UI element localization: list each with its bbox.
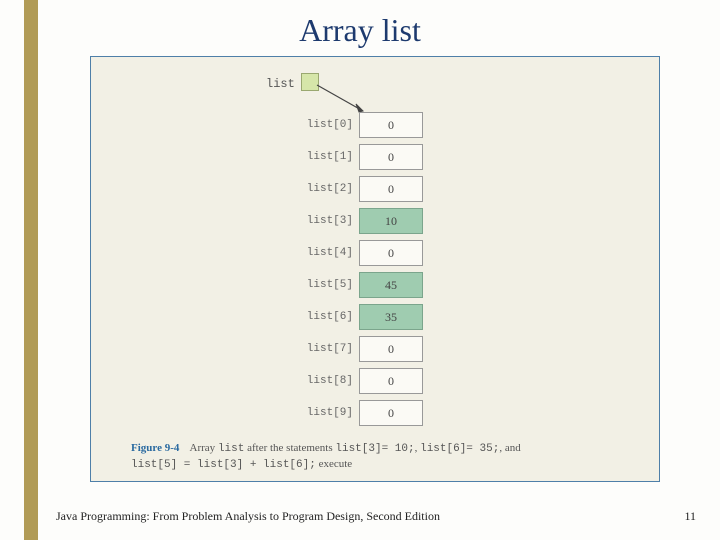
array-index-label: list[5]: [301, 279, 359, 291]
decorative-left-rail: [24, 0, 38, 540]
array-index-label: list[9]: [301, 407, 359, 419]
array-row: list[2]0: [301, 175, 423, 203]
array-row: list[8]0: [301, 367, 423, 395]
array-cell: 0: [359, 336, 423, 362]
caption-code: list[6]= 35;: [420, 443, 499, 455]
array-row: list[9]0: [301, 399, 423, 427]
array-diagram: list list[0]0list[1]0list[2]0list[3]10li…: [91, 57, 659, 431]
array-cell: 35: [359, 304, 423, 330]
array-row: list[1]0: [301, 143, 423, 171]
array-row: list[5]45: [301, 271, 423, 299]
array-index-label: list[7]: [301, 343, 359, 355]
page-title: Array list: [0, 12, 720, 49]
array-cell: 0: [359, 400, 423, 426]
array-index-label: list[4]: [301, 247, 359, 259]
array-cell: 45: [359, 272, 423, 298]
array-cell: 0: [359, 240, 423, 266]
array-cell: 0: [359, 368, 423, 394]
array-index-label: list[6]: [301, 311, 359, 323]
array-cell: 0: [359, 144, 423, 170]
variable-name-label: list: [266, 77, 295, 91]
array-cell: 0: [359, 176, 423, 202]
figure-caption: Figure 9-4 Array list after the statemen…: [131, 441, 639, 473]
array-row: list[4]0: [301, 239, 423, 267]
array-row: list[7]0: [301, 335, 423, 363]
array-row: list[6]35: [301, 303, 423, 331]
figure-box: list list[0]0list[1]0list[2]0list[3]10li…: [90, 56, 660, 482]
array-index-label: list[1]: [301, 151, 359, 163]
figure-number: Figure 9-4: [131, 442, 179, 454]
caption-text: execute: [316, 458, 352, 470]
caption-text: , and: [499, 442, 520, 454]
array-index-label: list[3]: [301, 215, 359, 227]
array-cell: 0: [359, 112, 423, 138]
array-index-label: list[2]: [301, 183, 359, 195]
array-index-label: list[0]: [301, 119, 359, 131]
array-cell: 10: [359, 208, 423, 234]
caption-code: list[5] = list[3] + list[6];: [131, 459, 316, 471]
array-row: list[3]10: [301, 207, 423, 235]
footer-text: Java Programming: From Problem Analysis …: [56, 509, 440, 524]
caption-code: list[3]= 10;: [335, 443, 414, 455]
array-row: list[0]0: [301, 111, 423, 139]
array-index-label: list[8]: [301, 375, 359, 387]
caption-text: Array: [190, 442, 218, 454]
caption-code: list: [218, 443, 244, 455]
caption-text: after the statements: [244, 442, 335, 454]
page-number: 11: [684, 509, 696, 524]
